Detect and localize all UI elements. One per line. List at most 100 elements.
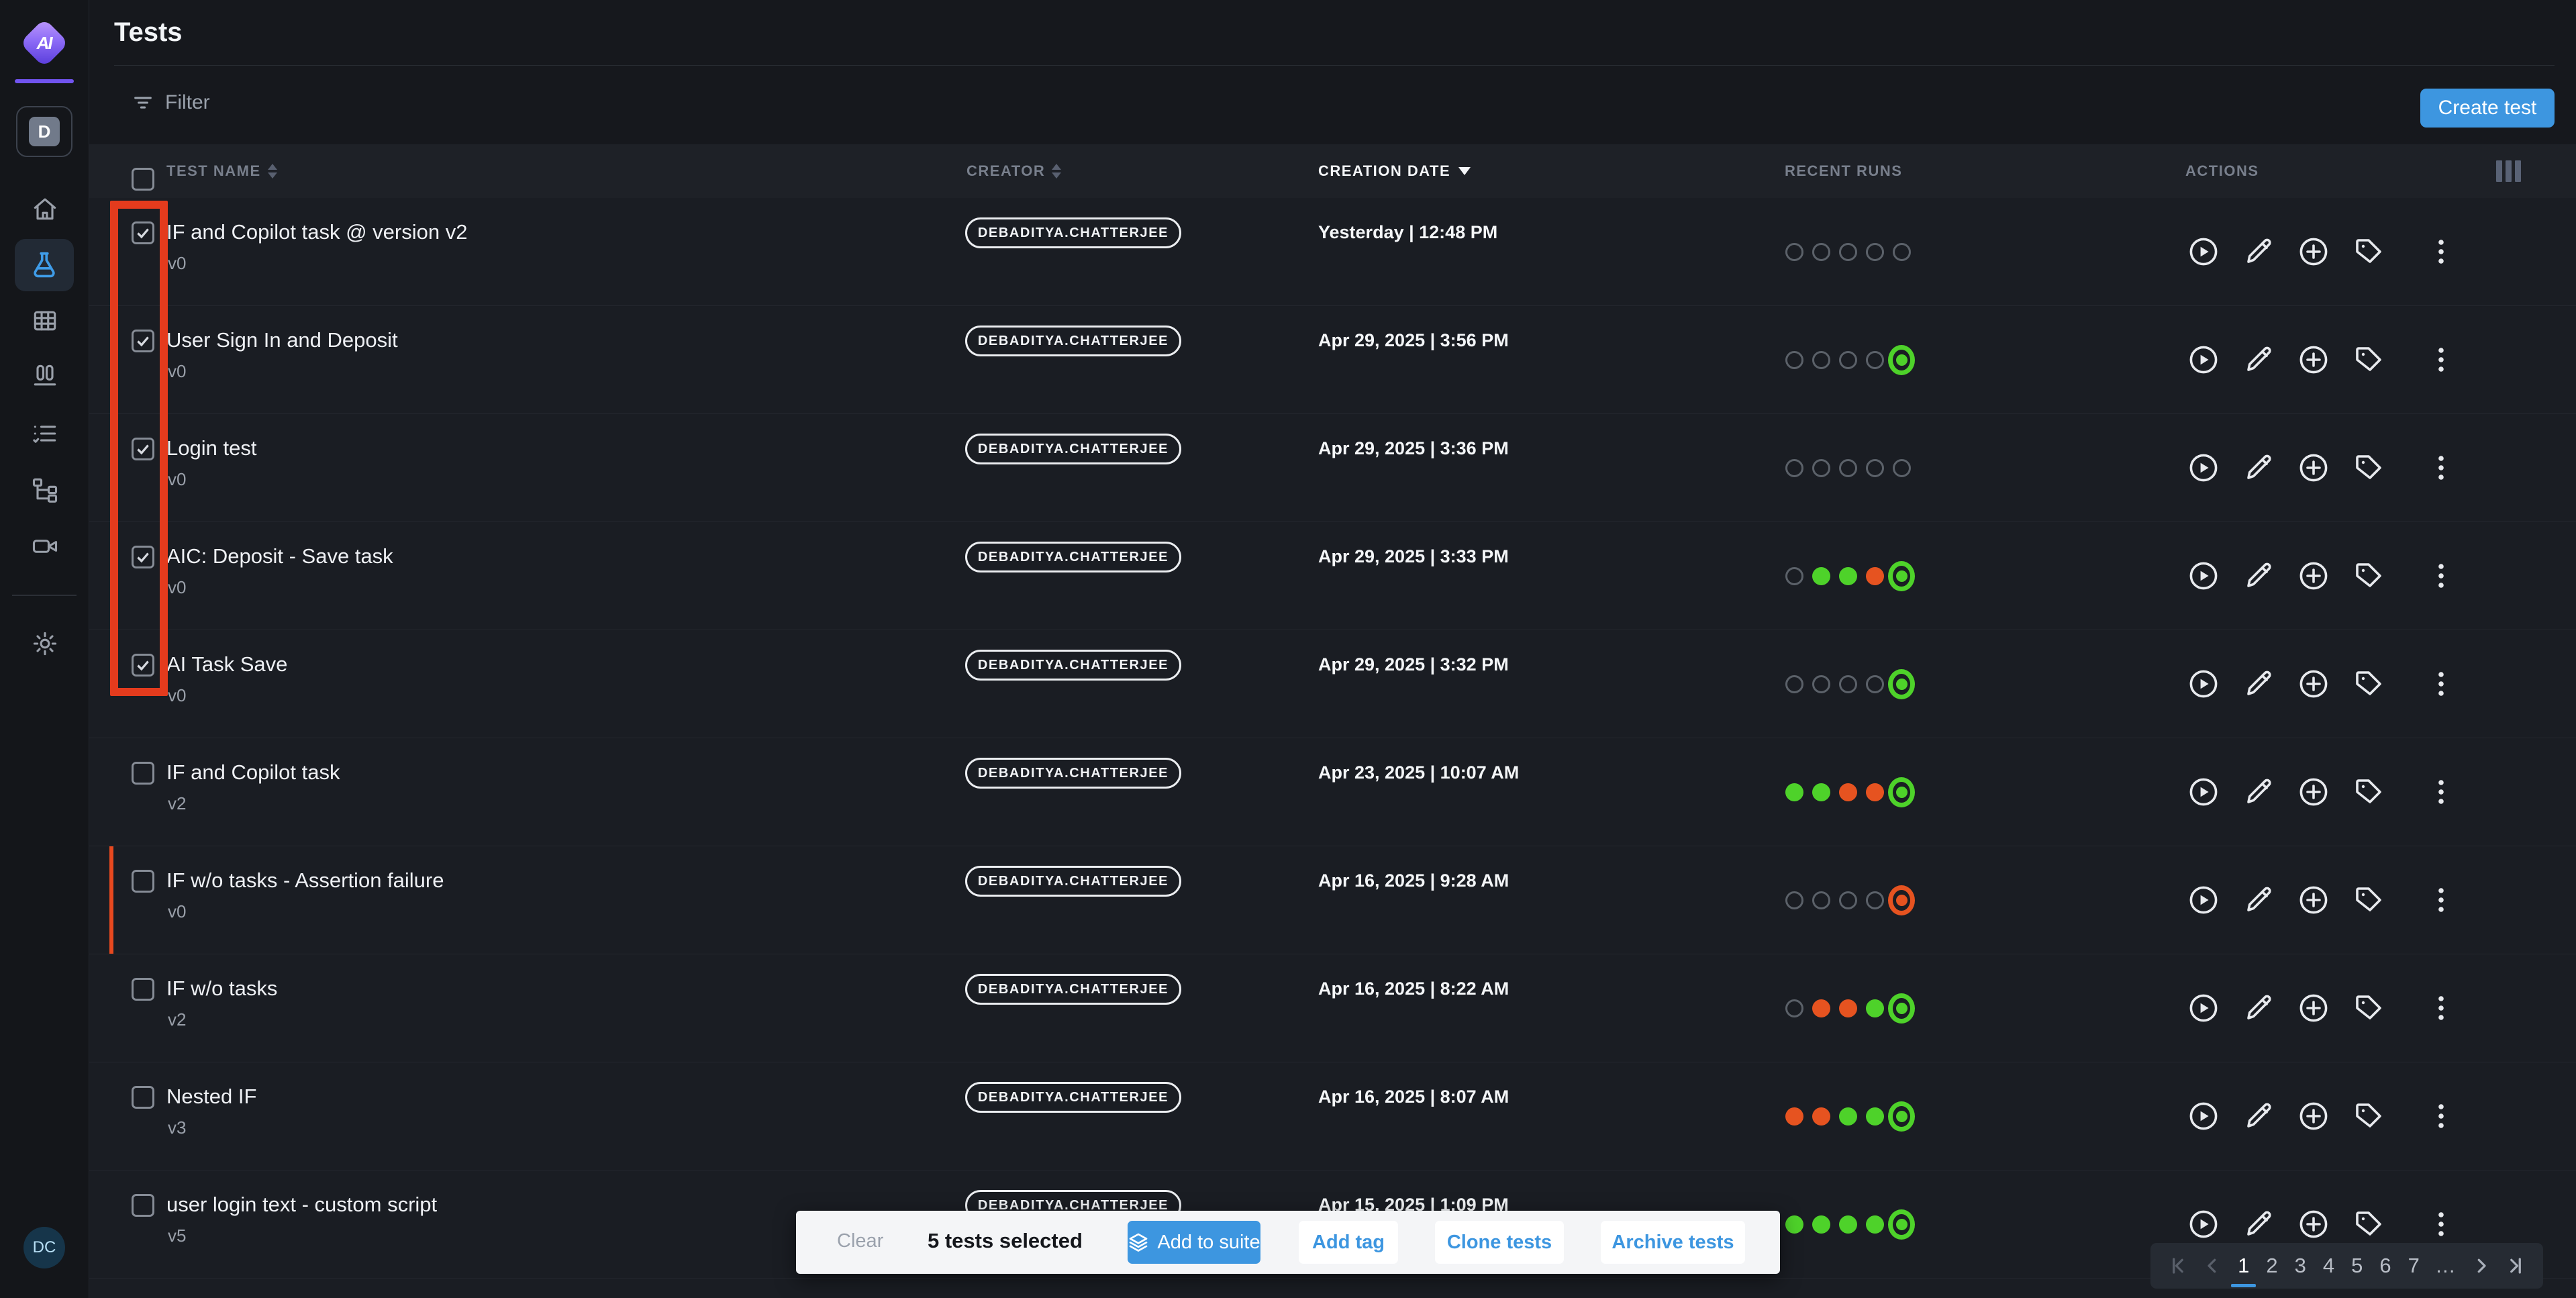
test-name[interactable]: IF w/o tasks bbox=[166, 977, 277, 1001]
more-actions-button[interactable] bbox=[2425, 1100, 2457, 1132]
clear-selection-button[interactable]: Clear bbox=[837, 1230, 883, 1252]
test-name[interactable]: AI Task Save bbox=[166, 652, 287, 677]
sidebar-item-tests[interactable] bbox=[15, 239, 74, 291]
edit-test-button[interactable] bbox=[2242, 776, 2275, 808]
row-checkbox[interactable] bbox=[132, 1194, 154, 1217]
edit-test-button[interactable] bbox=[2242, 1208, 2275, 1240]
add-to-suite-button[interactable] bbox=[2297, 668, 2330, 700]
test-name[interactable]: IF w/o tasks - Assertion failure bbox=[166, 868, 444, 893]
row-checkbox[interactable] bbox=[132, 654, 154, 677]
row-checkbox[interactable] bbox=[132, 546, 154, 568]
column-test-name[interactable]: TEST NAME bbox=[166, 144, 277, 198]
page-button-7[interactable]: 7 bbox=[2407, 1254, 2421, 1278]
page-button-5[interactable]: 5 bbox=[2350, 1254, 2364, 1278]
column-creator[interactable]: CREATOR bbox=[967, 144, 1061, 198]
run-test-button[interactable] bbox=[2187, 776, 2220, 808]
more-actions-button[interactable] bbox=[2425, 992, 2457, 1024]
prev-page-button[interactable] bbox=[2202, 1256, 2222, 1276]
page-button-4[interactable]: 4 bbox=[2322, 1254, 2336, 1278]
filter-button[interactable]: Filter bbox=[132, 91, 210, 114]
add-to-suite-bulk-button[interactable]: Add to suite bbox=[1128, 1221, 1260, 1264]
test-name[interactable]: IF and Copilot task bbox=[166, 760, 340, 785]
tag-button[interactable] bbox=[2352, 236, 2385, 268]
page-button-2[interactable]: 2 bbox=[2265, 1254, 2279, 1278]
row-checkbox[interactable] bbox=[132, 762, 154, 785]
more-actions-button[interactable] bbox=[2425, 668, 2457, 700]
app-logo-icon[interactable]: AI bbox=[19, 18, 69, 68]
add-to-suite-button[interactable] bbox=[2297, 344, 2330, 376]
run-test-button[interactable] bbox=[2187, 344, 2220, 376]
tag-button[interactable] bbox=[2352, 776, 2385, 808]
columns-settings-icon[interactable] bbox=[2496, 160, 2521, 182]
tag-button[interactable] bbox=[2352, 884, 2385, 916]
add-to-suite-button[interactable] bbox=[2297, 776, 2330, 808]
tag-button[interactable] bbox=[2352, 668, 2385, 700]
more-actions-button[interactable] bbox=[2425, 236, 2457, 268]
test-name[interactable]: User Sign In and Deposit bbox=[166, 328, 398, 352]
run-test-button[interactable] bbox=[2187, 992, 2220, 1024]
edit-test-button[interactable] bbox=[2242, 452, 2275, 484]
user-avatar[interactable]: DC bbox=[23, 1227, 65, 1268]
tag-button[interactable] bbox=[2352, 344, 2385, 376]
tag-button[interactable] bbox=[2352, 560, 2385, 592]
tag-button[interactable] bbox=[2352, 1100, 2385, 1132]
edit-test-button[interactable] bbox=[2242, 236, 2275, 268]
edit-test-button[interactable] bbox=[2242, 884, 2275, 916]
sidebar-item-results[interactable] bbox=[0, 306, 89, 336]
next-page-button[interactable] bbox=[2471, 1256, 2491, 1276]
tag-button[interactable] bbox=[2352, 1208, 2385, 1240]
row-checkbox[interactable] bbox=[132, 438, 154, 460]
workspace-switcher[interactable]: D bbox=[16, 106, 72, 157]
add-to-suite-button[interactable] bbox=[2297, 1208, 2330, 1240]
test-name[interactable]: Nested IF bbox=[166, 1085, 256, 1109]
run-test-button[interactable] bbox=[2187, 236, 2220, 268]
more-actions-button[interactable] bbox=[2425, 452, 2457, 484]
add-to-suite-button[interactable] bbox=[2297, 236, 2330, 268]
more-actions-button[interactable] bbox=[2425, 776, 2457, 808]
tag-button[interactable] bbox=[2352, 452, 2385, 484]
more-actions-button[interactable] bbox=[2425, 1208, 2457, 1240]
add-to-suite-button[interactable] bbox=[2297, 560, 2330, 592]
page-button-1[interactable]: 1 bbox=[2236, 1254, 2250, 1278]
more-actions-button[interactable] bbox=[2425, 560, 2457, 592]
sidebar-item-workflows[interactable] bbox=[0, 475, 89, 504]
row-checkbox[interactable] bbox=[132, 870, 154, 893]
sidebar-item-home[interactable] bbox=[0, 194, 89, 223]
first-page-button[interactable] bbox=[2168, 1256, 2188, 1276]
page-button-3[interactable]: 3 bbox=[2293, 1254, 2308, 1278]
add-to-suite-button[interactable] bbox=[2297, 452, 2330, 484]
row-checkbox[interactable] bbox=[132, 978, 154, 1001]
more-actions-button[interactable] bbox=[2425, 884, 2457, 916]
run-test-button[interactable] bbox=[2187, 1100, 2220, 1132]
run-test-button[interactable] bbox=[2187, 560, 2220, 592]
column-creation-date[interactable]: CREATION DATE bbox=[1318, 144, 1471, 198]
run-test-button[interactable] bbox=[2187, 452, 2220, 484]
more-actions-button[interactable] bbox=[2425, 344, 2457, 376]
add-to-suite-button[interactable] bbox=[2297, 1100, 2330, 1132]
test-name[interactable]: user login text - custom script bbox=[166, 1193, 437, 1217]
test-name[interactable]: Login test bbox=[166, 436, 256, 460]
sidebar-item-recordings[interactable] bbox=[0, 532, 89, 561]
edit-test-button[interactable] bbox=[2242, 992, 2275, 1024]
edit-test-button[interactable] bbox=[2242, 560, 2275, 592]
add-to-suite-button[interactable] bbox=[2297, 992, 2330, 1024]
sidebar-item-settings[interactable] bbox=[0, 629, 89, 658]
edit-test-button[interactable] bbox=[2242, 668, 2275, 700]
row-checkbox[interactable] bbox=[132, 221, 154, 244]
archive-tests-button[interactable]: Archive tests bbox=[1601, 1221, 1745, 1264]
add-to-suite-button[interactable] bbox=[2297, 884, 2330, 916]
clone-tests-button[interactable]: Clone tests bbox=[1435, 1221, 1564, 1264]
tag-button[interactable] bbox=[2352, 992, 2385, 1024]
page-button-6[interactable]: 6 bbox=[2378, 1254, 2392, 1278]
last-page-button[interactable] bbox=[2506, 1256, 2526, 1276]
sidebar-item-test-plans[interactable] bbox=[0, 419, 89, 448]
run-test-button[interactable] bbox=[2187, 1208, 2220, 1240]
add-tag-bulk-button[interactable]: Add tag bbox=[1299, 1221, 1398, 1264]
create-test-button[interactable]: Create test bbox=[2420, 89, 2555, 128]
run-test-button[interactable] bbox=[2187, 668, 2220, 700]
select-all-checkbox[interactable] bbox=[132, 168, 154, 191]
edit-test-button[interactable] bbox=[2242, 1100, 2275, 1132]
test-name[interactable]: IF and Copilot task @ version v2 bbox=[166, 220, 467, 244]
row-checkbox[interactable] bbox=[132, 330, 154, 352]
test-name[interactable]: AIC: Deposit - Save task bbox=[166, 544, 393, 568]
